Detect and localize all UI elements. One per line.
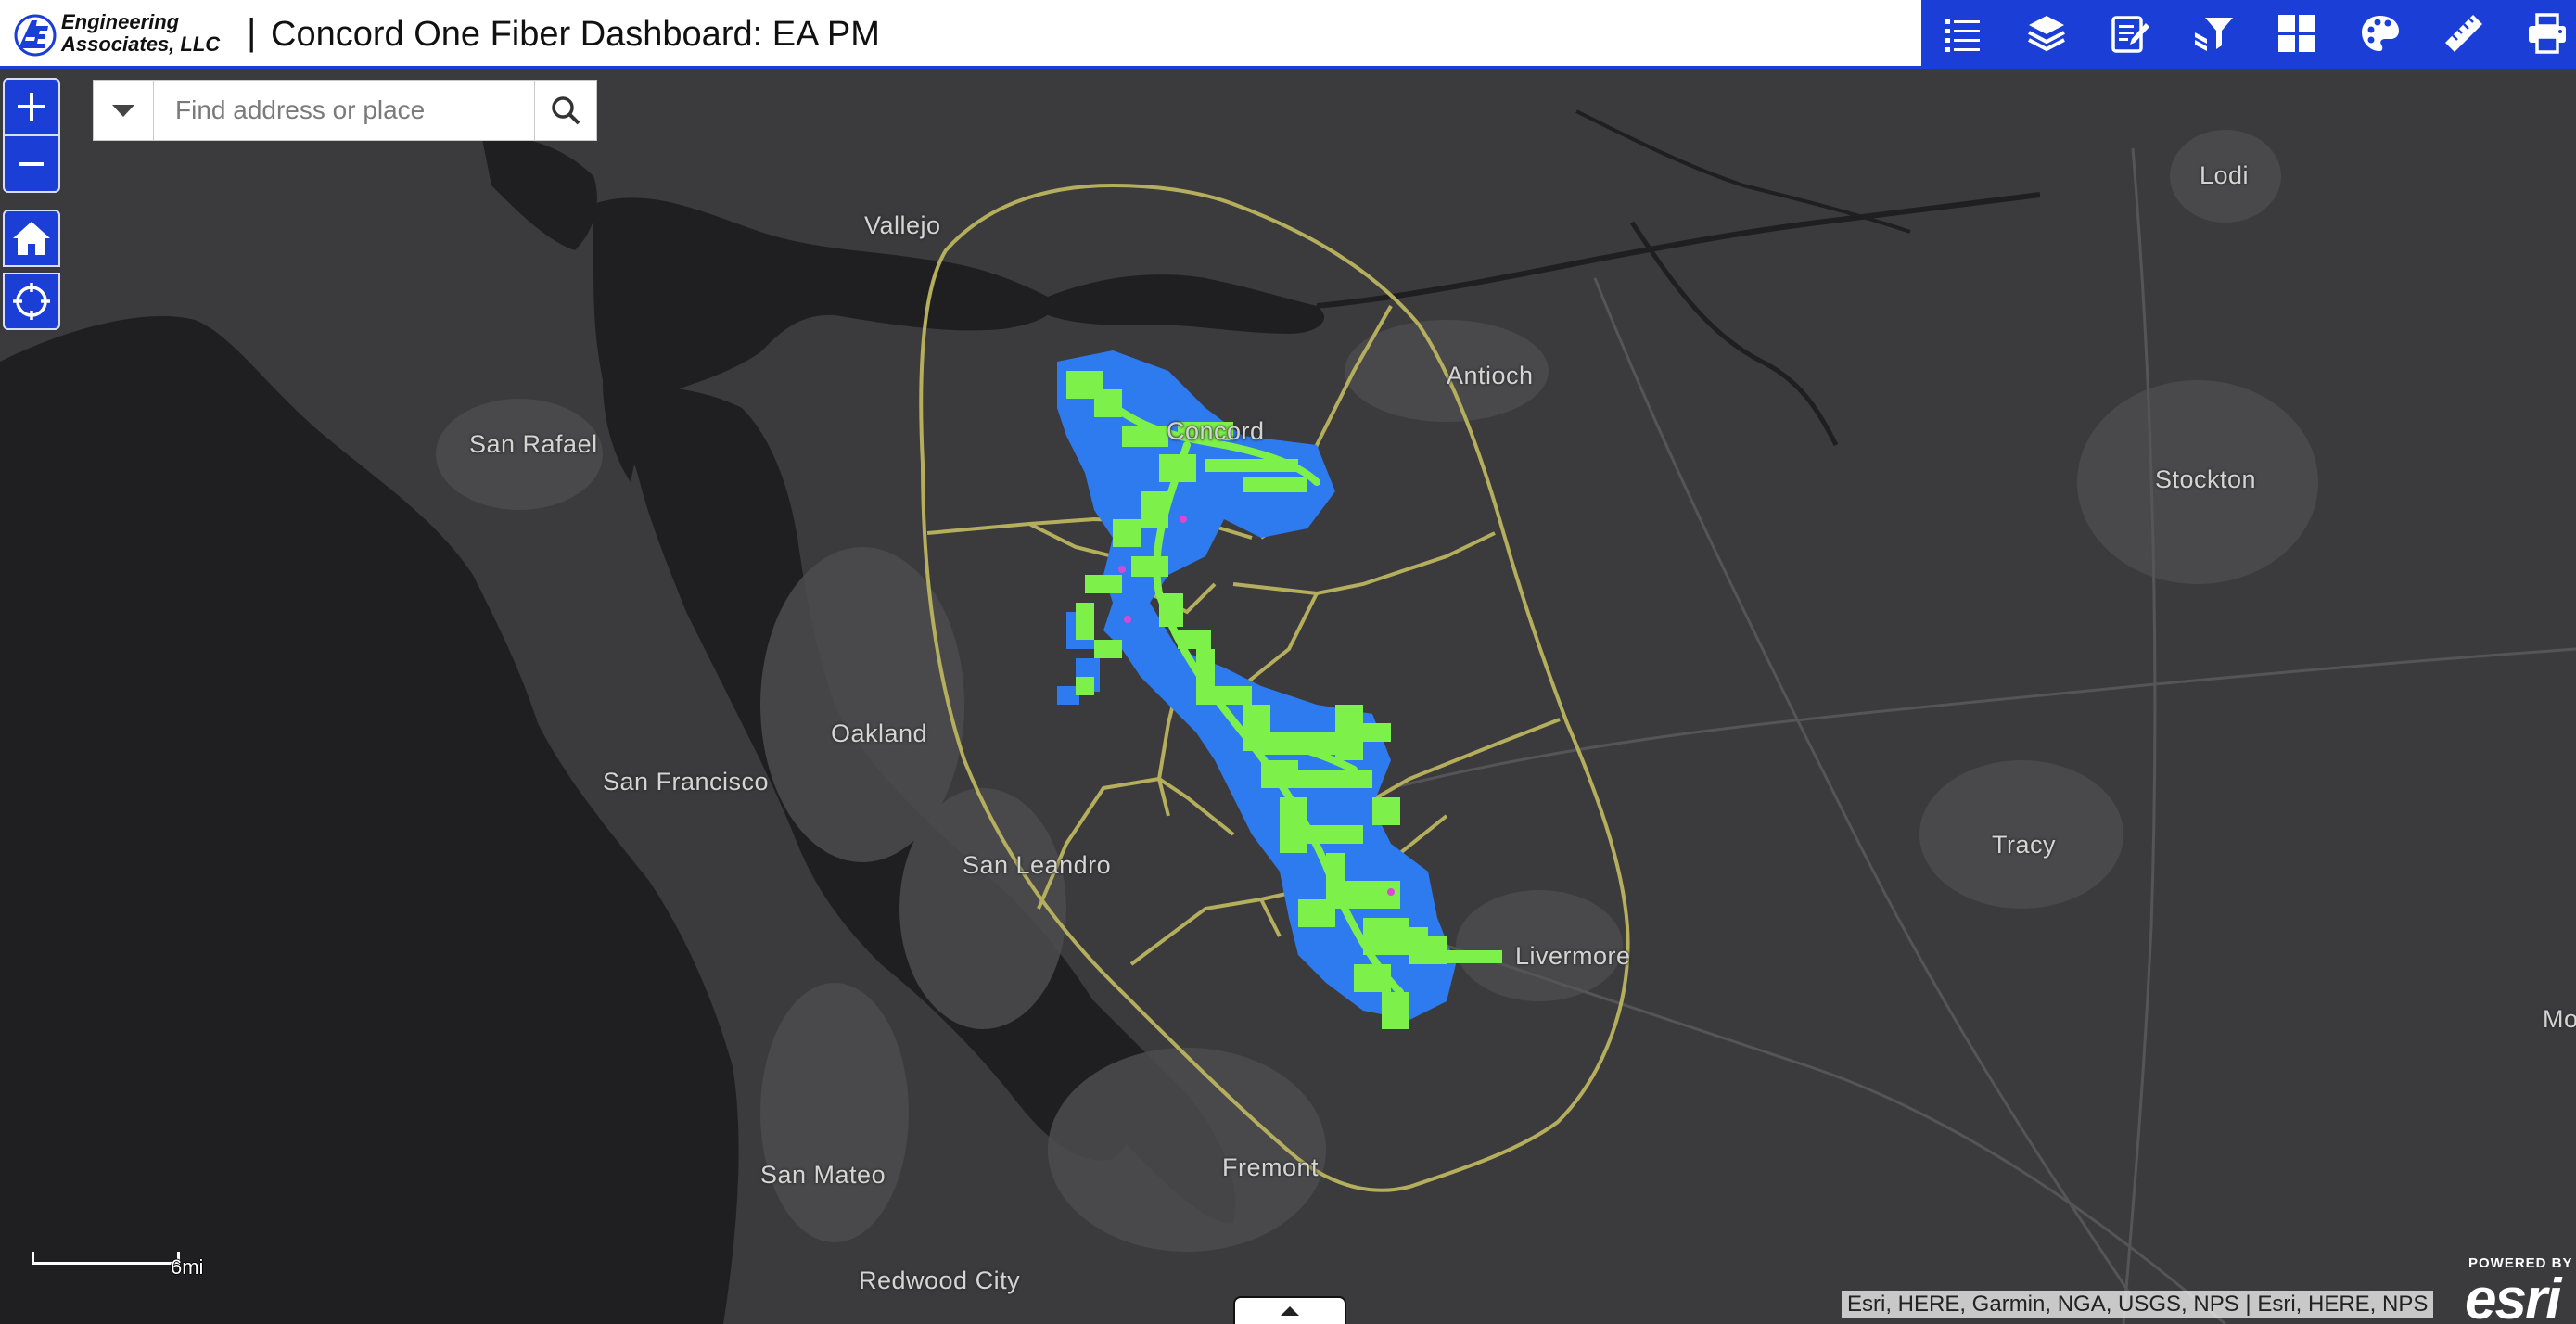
place-label: San Rafael [469, 430, 598, 458]
ruler-icon [2445, 15, 2482, 52]
scale-bar-label: 6mi [171, 1255, 204, 1279]
company-logo: Engineering Associates, LLC [13, 7, 226, 61]
zoom-out-button[interactable] [3, 135, 60, 193]
scale-bar-line [32, 1252, 180, 1265]
page-title: Concord One Fiber Dashboard: EA PM [271, 15, 880, 54]
logo-text: Engineering Associates, LLC [61, 11, 220, 56]
place-label: Concord [1167, 417, 1265, 445]
home-button[interactable] [3, 210, 60, 267]
layer-filter-icon [2195, 18, 2233, 51]
logo-line-1: Engineering [61, 10, 180, 33]
place-label: Fremont [1222, 1153, 1320, 1181]
search-icon [552, 96, 580, 125]
place-label: Redwood City [859, 1267, 1021, 1294]
place-label: Livermore [1515, 942, 1631, 970]
scale-bar: 6mi [32, 1244, 213, 1283]
print-icon [2529, 13, 2566, 54]
app-header: Engineering Associates, LLC | Concord On… [0, 0, 2576, 69]
search-source-dropdown[interactable] [94, 81, 154, 140]
basemap-canvas [0, 69, 2576, 1324]
esri-wordmark: esri [2465, 1267, 2561, 1324]
place-label: San Leandro [963, 851, 1112, 879]
layers-icon [2028, 16, 2065, 52]
search-widget [93, 80, 597, 141]
edit-icon [2111, 16, 2149, 53]
locate-icon [13, 283, 50, 320]
place-label: Mo [2543, 1005, 2576, 1033]
plus-icon [18, 93, 45, 121]
place-label: Vallejo [864, 211, 941, 239]
apps-button[interactable] [2255, 0, 2339, 67]
place-label: San Mateo [760, 1161, 886, 1189]
legend-button[interactable] [1921, 0, 2005, 67]
edit-button[interactable] [2088, 0, 2172, 67]
app-window: Engineering Associates, LLC | Concord On… [0, 0, 2576, 1324]
title-separator: | [247, 12, 257, 53]
measure-button[interactable] [2422, 0, 2506, 67]
layers-button[interactable] [2005, 0, 2088, 67]
logo-line-2: Associates, LLC [61, 32, 221, 56]
bottom-panel-toggle[interactable] [1233, 1296, 1346, 1324]
place-label: Lodi [2200, 161, 2250, 189]
caret-up-icon [1281, 1306, 1299, 1316]
minus-icon [19, 161, 44, 166]
place-label: San Francisco [603, 768, 770, 796]
place-label: Stockton [2155, 465, 2257, 493]
map-attribution[interactable]: Esri, HERE, Garmin, NGA, USGS, NPS | Esr… [1842, 1291, 2434, 1318]
search-input[interactable] [155, 81, 535, 140]
place-label: Tracy [1992, 831, 2056, 859]
layer-filter-button[interactable] [2172, 0, 2255, 67]
home-icon [13, 222, 50, 255]
zoom-in-button[interactable] [3, 78, 60, 135]
header-toolbar [1921, 0, 2576, 67]
map-view[interactable]: Lodi Vallejo Antioch Concord San Rafael … [0, 69, 2576, 1324]
grid-icon [2278, 15, 2315, 52]
palette-icon [2362, 16, 2399, 51]
search-button[interactable] [534, 81, 596, 140]
legend-list-icon [1945, 19, 1980, 52]
place-label: Antioch [1447, 362, 1534, 389]
caret-down-icon [112, 105, 134, 117]
locate-button[interactable] [3, 273, 60, 330]
place-label: Oakland [831, 719, 928, 747]
ea-logo-mark [14, 14, 57, 57]
basemap-button[interactable] [2339, 0, 2422, 67]
esri-logo[interactable]: POWERED BY esri [2463, 1255, 2576, 1324]
print-button[interactable] [2506, 0, 2576, 67]
